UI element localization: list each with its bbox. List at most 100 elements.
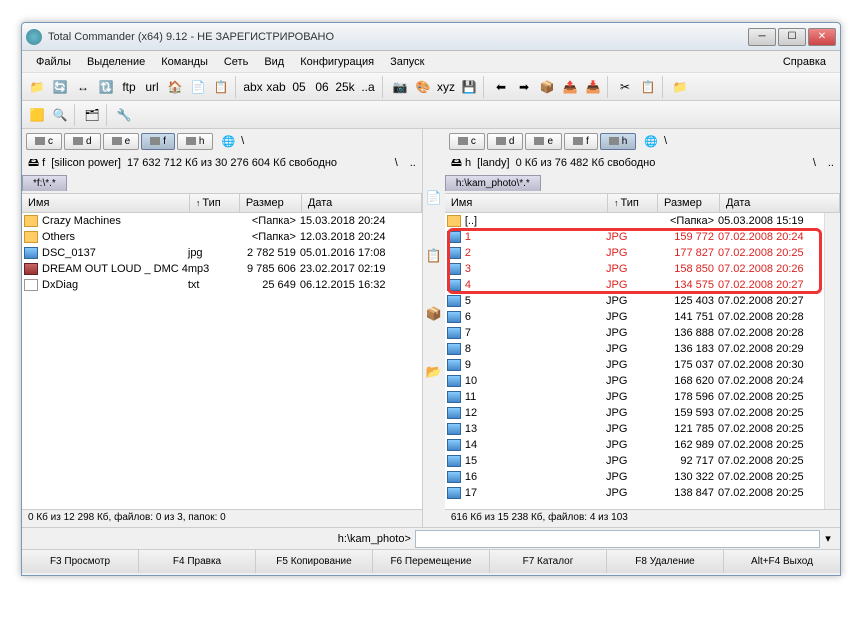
scrollbar[interactable]	[824, 213, 840, 509]
drive-button-f[interactable]: f	[141, 133, 175, 150]
menu-selection[interactable]: Выделение	[79, 53, 153, 71]
file-row[interactable]: Crazy Machines<Папка>15.03.2018 20:24	[22, 213, 422, 229]
maximize-button[interactable]: ☐	[778, 28, 806, 46]
f7-mkdir-button[interactable]: F7 Каталог	[490, 550, 607, 573]
drive-button-e[interactable]: e	[103, 133, 140, 150]
toolbar-button[interactable]: 🗂	[81, 104, 103, 126]
drive-button-h[interactable]: h	[600, 133, 637, 150]
toolbar-button[interactable]: 📷	[389, 76, 411, 98]
file-row[interactable]: 5JPG125 40307.02.2008 20:27	[445, 293, 840, 309]
file-row[interactable]: 15JPG92 71707.02.2008 20:25	[445, 453, 840, 469]
menu-net[interactable]: Сеть	[216, 53, 256, 71]
mid-icon[interactable]: 📂	[425, 363, 443, 381]
file-row[interactable]: 16JPG130 32207.02.2008 20:25	[445, 469, 840, 485]
f3-view-button[interactable]: F3 Просмотр	[22, 550, 139, 573]
right-header-date[interactable]: Дата	[720, 194, 840, 212]
toolbar-button[interactable]: ➡	[513, 76, 535, 98]
titlebar[interactable]: Total Commander (x64) 9.12 - НЕ ЗАРЕГИСТ…	[22, 23, 840, 51]
file-row[interactable]: 14JPG162 98907.02.2008 20:25	[445, 437, 840, 453]
left-drive-letter[interactable]: 🖴 f	[28, 154, 45, 173]
toolbar-button[interactable]: xab	[265, 76, 287, 98]
drive-button-d[interactable]: d	[487, 133, 524, 150]
file-row[interactable]: [..]<Папка>05.03.2008 15:19	[445, 213, 840, 229]
cmdline-input[interactable]	[415, 530, 820, 548]
toolbar-button[interactable]: 📋	[637, 76, 659, 98]
right-drive-letter[interactable]: 🖴 h	[451, 154, 471, 173]
drive-button-h[interactable]: h	[177, 133, 214, 150]
altf4-exit-button[interactable]: Alt+F4 Выход	[724, 550, 840, 573]
file-row[interactable]: 12JPG159 59307.02.2008 20:25	[445, 405, 840, 421]
file-row[interactable]: 9JPG175 03707.02.2008 20:30	[445, 357, 840, 373]
file-row[interactable]: 2JPG177 82707.02.2008 20:25	[445, 245, 840, 261]
left-header-size[interactable]: Размер	[240, 194, 302, 212]
toolbar-button[interactable]: 05	[288, 76, 310, 98]
toolbar-button[interactable]: 🔃	[95, 76, 117, 98]
toolbar-button[interactable]: 📤	[559, 76, 581, 98]
toolbar-button[interactable]: 📄	[187, 76, 209, 98]
file-row[interactable]: 13JPG121 78507.02.2008 20:25	[445, 421, 840, 437]
right-root-button[interactable]: \	[807, 157, 822, 169]
file-row[interactable]: 11JPG178 59607.02.2008 20:25	[445, 389, 840, 405]
toolbar-button[interactable]: ..a	[357, 76, 379, 98]
toolbar-button[interactable]: 25k	[334, 76, 356, 98]
file-row[interactable]: 8JPG136 18307.02.2008 20:29	[445, 341, 840, 357]
toolbar-button[interactable]: 🟨	[26, 104, 48, 126]
left-tab[interactable]: *f:\*.*	[22, 175, 67, 191]
file-row[interactable]: 7JPG136 88807.02.2008 20:28	[445, 325, 840, 341]
left-up-button[interactable]: ..	[410, 157, 416, 169]
toolbar-button[interactable]: 🎨	[412, 76, 434, 98]
mid-icon[interactable]: 📋	[425, 247, 443, 265]
file-row[interactable]: DSC_0137jpg2 782 51905.01.2016 17:08	[22, 245, 422, 261]
toolbar-button[interactable]: 06	[311, 76, 333, 98]
mid-icon[interactable]: 📦	[425, 305, 443, 323]
toolbar-button[interactable]: 🔄	[49, 76, 71, 98]
right-tab[interactable]: h:\kam_photo\*.*	[445, 175, 541, 191]
right-header-name[interactable]: Имя	[445, 194, 608, 212]
menu-start[interactable]: Запуск	[382, 53, 432, 71]
toolbar-button[interactable]: 📦	[536, 76, 558, 98]
file-row[interactable]: Others<Папка>12.03.2018 20:24	[22, 229, 422, 245]
toolbar-button[interactable]: 🔍	[49, 104, 71, 126]
left-header-type[interactable]: Тип	[190, 194, 240, 212]
mid-icon[interactable]: 📄	[425, 189, 443, 207]
menu-commands[interactable]: Команды	[153, 53, 216, 71]
f4-edit-button[interactable]: F4 Правка	[139, 550, 256, 573]
right-header-type[interactable]: Тип	[608, 194, 658, 212]
left-header-date[interactable]: Дата	[302, 194, 422, 212]
toolbar-button[interactable]: abx	[242, 76, 264, 98]
toolbar-button[interactable]: 📋	[210, 76, 232, 98]
menu-view[interactable]: Вид	[256, 53, 292, 71]
f5-copy-button[interactable]: F5 Копирование	[256, 550, 373, 573]
file-row[interactable]: 1JPG159 77207.02.2008 20:24	[445, 229, 840, 245]
drive-button-e[interactable]: e	[525, 133, 562, 150]
network-icon[interactable]: 🌐	[221, 135, 235, 148]
left-header-name[interactable]: Имя	[22, 194, 190, 212]
file-row[interactable]: DxDiagtxt25 64906.12.2015 16:32	[22, 277, 422, 293]
toolbar-button[interactable]: 💾	[458, 76, 480, 98]
file-row[interactable]: 6JPG141 75107.02.2008 20:28	[445, 309, 840, 325]
file-row[interactable]: 17JPG138 84707.02.2008 20:25	[445, 485, 840, 501]
toolbar-button[interactable]: xyz	[435, 76, 457, 98]
f8-delete-button[interactable]: F8 Удаление	[607, 550, 724, 573]
toolbar-button[interactable]: ftp	[118, 76, 140, 98]
toolbar-button[interactable]: 📥	[582, 76, 604, 98]
left-root-button[interactable]: \	[389, 157, 404, 169]
drive-button-d[interactable]: d	[64, 133, 101, 150]
toolbar-button[interactable]: ⬅	[490, 76, 512, 98]
left-file-list[interactable]: Crazy Machines<Папка>15.03.2018 20:24Oth…	[22, 213, 422, 509]
cmdline-dropdown[interactable]: ▾	[820, 532, 836, 545]
toolbar-button[interactable]: url	[141, 76, 163, 98]
drive-button-c[interactable]: c	[26, 133, 62, 150]
menu-config[interactable]: Конфигурация	[292, 53, 382, 71]
close-button[interactable]: ✕	[808, 28, 836, 46]
f6-move-button[interactable]: F6 Перемещение	[373, 550, 490, 573]
toolbar-button[interactable]: 🏠	[164, 76, 186, 98]
right-file-list[interactable]: [..]<Папка>05.03.2008 15:191JPG159 77207…	[445, 213, 840, 509]
menu-files[interactable]: Файлы	[28, 53, 79, 71]
menu-help[interactable]: Справка	[775, 53, 834, 71]
toolbar-button[interactable]: ↔	[72, 76, 94, 98]
root-icon[interactable]: \	[664, 135, 667, 148]
toolbar-button[interactable]: ✂	[614, 76, 636, 98]
drive-button-c[interactable]: c	[449, 133, 485, 150]
toolbar-button[interactable]: 📁	[26, 76, 48, 98]
